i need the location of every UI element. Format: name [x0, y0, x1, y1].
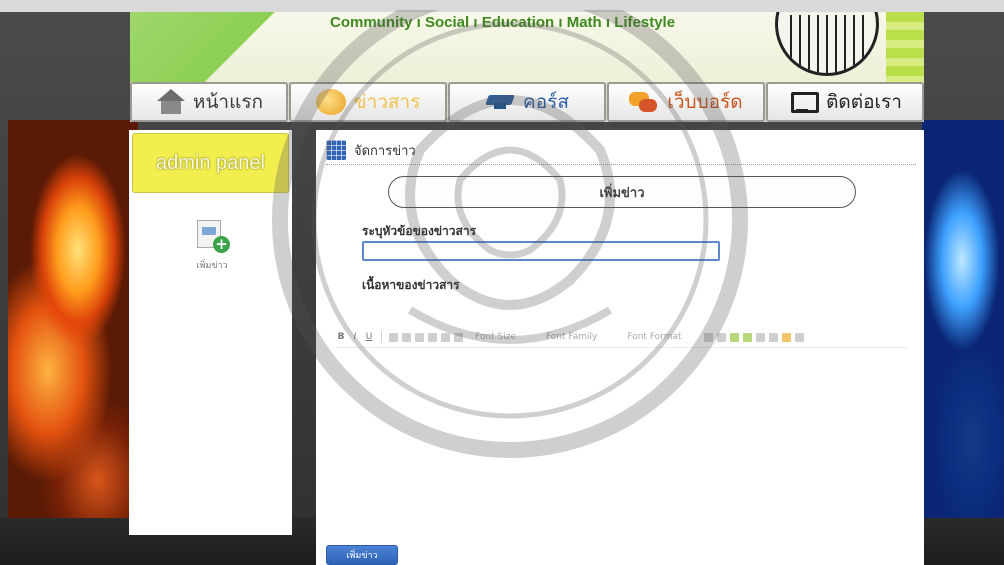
- nav-tab-webboard[interactable]: เว็บบอร์ด: [607, 82, 765, 122]
- unlink-icon[interactable]: [729, 332, 739, 342]
- banner-stripes: [886, 12, 924, 82]
- add-news-tool-label: เพิ่มข่าว: [196, 261, 228, 271]
- italic-button[interactable]: I: [350, 332, 360, 342]
- section-header: จัดการข่าว: [326, 138, 416, 162]
- nav-tab-news[interactable]: ข่าวสาร: [289, 82, 447, 122]
- numbered-list-icon[interactable]: [454, 332, 463, 342]
- admin-panel-title: admin panel: [132, 133, 289, 193]
- banner-green-corner: [130, 12, 300, 82]
- site-banner: Community ı Social ı Education ı Math ı …: [130, 12, 924, 82]
- content-label: เนื้อหาของข่าวสาร: [362, 278, 460, 292]
- nav-tab-contact[interactable]: ติดต่อเรา: [766, 82, 924, 122]
- divider: [326, 164, 916, 165]
- banner-title: Community ı Social ı Education ı Math ı …: [330, 14, 676, 31]
- nav-tab-label: ข่าวสาร: [353, 92, 421, 113]
- add-news-tool[interactable]: + เพิ่มข่าว: [189, 220, 235, 276]
- form-heading: เพิ่มข่าว: [388, 176, 856, 208]
- editor-toolbar: B I U Font Size Font Family Font Format: [336, 327, 906, 347]
- nav-tab-label: เว็บบอร์ด: [667, 92, 743, 113]
- topic-label: ระบุหัวข้อของข่าวสาร: [362, 224, 477, 238]
- font-size-select[interactable]: Font Size: [475, 332, 516, 342]
- monitor-icon: [788, 89, 820, 115]
- fullscreen-icon[interactable]: [794, 332, 804, 342]
- nav-tab-label: ติดต่อเรา: [826, 92, 902, 113]
- bullet-list-icon[interactable]: [441, 332, 450, 342]
- nav-tab-course[interactable]: คอร์ส: [448, 82, 606, 122]
- topic-input[interactable]: [362, 241, 720, 261]
- home-icon: [155, 89, 185, 115]
- add-news-submit-button[interactable]: เพิ่มข่าว: [326, 545, 398, 565]
- nav-tab-label: หน้าแรก: [192, 92, 264, 113]
- toolbar-separator: [381, 331, 382, 343]
- link-icon[interactable]: [716, 332, 726, 342]
- emoticon-icon[interactable]: [781, 332, 791, 342]
- nav-tab-label: คอร์ส: [523, 92, 569, 113]
- add-document-icon: +: [195, 220, 230, 254]
- admin-sidebar: admin panel + เพิ่มข่าว: [129, 130, 292, 535]
- fire-background-left: [8, 120, 138, 520]
- color-icon[interactable]: [742, 332, 752, 342]
- align-right-icon[interactable]: [415, 332, 424, 342]
- image-icon[interactable]: [703, 332, 713, 342]
- banner-logo-circle: [775, 12, 879, 76]
- html-icon[interactable]: [768, 332, 778, 342]
- section-title: จัดการข่าว: [354, 143, 416, 159]
- graduation-cap-icon: [485, 89, 515, 115]
- align-left-icon[interactable]: [389, 332, 398, 342]
- font-family-select[interactable]: Font Family: [546, 332, 597, 342]
- ice-background-right: [922, 120, 1004, 520]
- main-navigation: หน้าแรก ข่าวสาร คอร์ส เว็บบอร์ด ติดต่อเร…: [130, 82, 924, 122]
- align-center-icon[interactable]: [402, 332, 411, 342]
- bold-button[interactable]: B: [336, 332, 346, 342]
- table-icon[interactable]: [755, 332, 765, 342]
- font-format-select[interactable]: Font Format: [627, 332, 681, 342]
- align-justify-icon[interactable]: [428, 332, 437, 342]
- underline-button[interactable]: U: [364, 332, 374, 342]
- nav-tab-home[interactable]: หน้าแรก: [130, 82, 288, 122]
- rich-text-editor[interactable]: [336, 347, 908, 547]
- news-management-panel: จัดการข่าว เพิ่มข่าว ระบุหัวข้อของข่าวสา…: [316, 130, 924, 565]
- rss-icon: [315, 89, 346, 115]
- chat-bubbles-icon: [629, 89, 659, 115]
- grid-icon: [326, 140, 346, 160]
